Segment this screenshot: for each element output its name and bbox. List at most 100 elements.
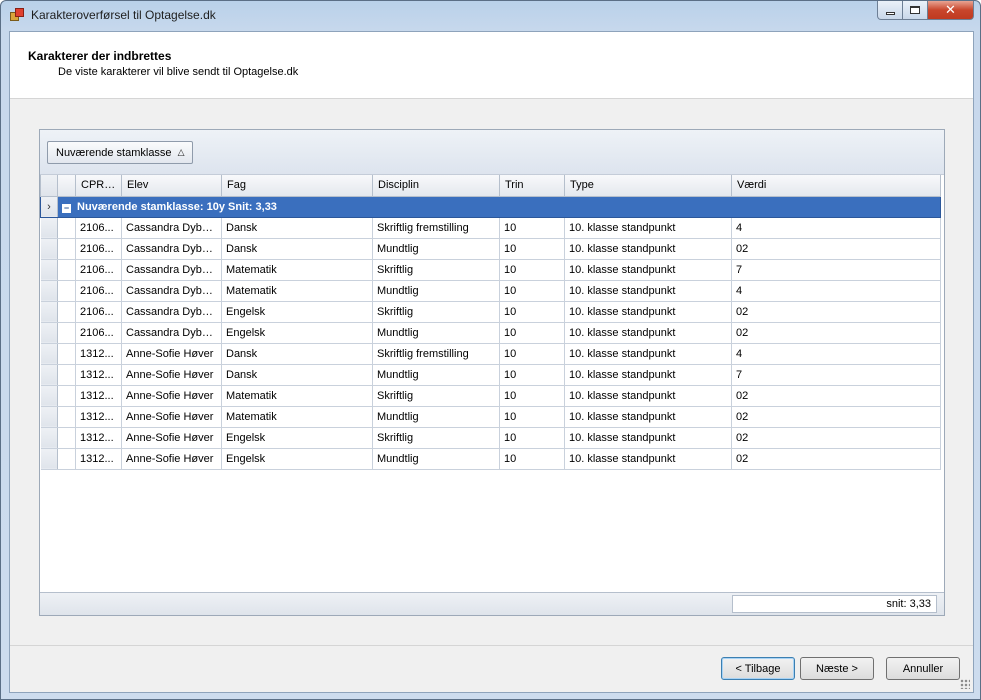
cell-fag[interactable]: Engelsk [221, 301, 373, 323]
cell-elev[interactable]: Cassandra Dybd... [121, 238, 222, 260]
cell-fag[interactable]: Matematik [221, 259, 373, 281]
cell-disciplin[interactable]: Mundtlig [372, 238, 500, 260]
cell-fag[interactable]: Dansk [221, 343, 373, 365]
cell-elev[interactable]: Cassandra Dybd... [121, 301, 222, 323]
cell-cpr[interactable]: 2106... [75, 322, 122, 344]
cell-vaerdi[interactable]: 02 [731, 385, 941, 407]
table-row[interactable]: 2106... Cassandra Dybd... Dansk Skriftlig f… [40, 217, 941, 239]
row-indicator[interactable] [40, 385, 58, 407]
cell-vaerdi[interactable]: 02 [731, 427, 941, 449]
cell-fag[interactable]: Dansk [221, 217, 373, 239]
cell-vaerdi[interactable]: 7 [731, 364, 941, 386]
cell-disciplin[interactable]: Mundtlig [372, 280, 500, 302]
row-indicator[interactable] [40, 448, 58, 470]
cell-trin[interactable]: 10 [499, 238, 565, 260]
cell-trin[interactable]: 10 [499, 217, 565, 239]
cell-trin[interactable]: 10 [499, 259, 565, 281]
cell-vaerdi[interactable]: 7 [731, 259, 941, 281]
table-row[interactable]: 2106... Cassandra Dybd... Engelsk Mundtlig 1… [40, 322, 941, 344]
cell-trin[interactable]: 10 [499, 385, 565, 407]
cell-disciplin[interactable]: Skriftlig [372, 301, 500, 323]
cell-cpr[interactable]: 1312... [75, 406, 122, 428]
cell-elev[interactable]: Cassandra Dybd... [121, 217, 222, 239]
cell-vaerdi[interactable]: 4 [731, 217, 941, 239]
cell-vaerdi[interactable]: 02 [731, 301, 941, 323]
maximize-button[interactable] [903, 1, 928, 20]
cell-elev[interactable]: Anne-Sofie Høver [121, 427, 222, 449]
column-header-cpr[interactable]: CPR n... [75, 175, 122, 197]
cell-disciplin[interactable]: Skriftlig [372, 427, 500, 449]
cell-type[interactable]: 10. klasse standpunkt [564, 217, 732, 239]
row-indicator[interactable] [40, 343, 58, 365]
cell-type[interactable]: 10. klasse standpunkt [564, 259, 732, 281]
cell-disciplin[interactable]: Skriftlig fremstilling [372, 217, 500, 239]
table-row[interactable]: 1312... Anne-Sofie Høver Engelsk Skriftlig 1… [40, 427, 941, 449]
cell-vaerdi[interactable]: 02 [731, 238, 941, 260]
cell-fag[interactable]: Dansk [221, 364, 373, 386]
cell-trin[interactable]: 10 [499, 280, 565, 302]
cell-vaerdi[interactable]: 02 [731, 448, 941, 470]
group-row[interactable]: › − Nuværende stamklasse: 10y Snit: 3,33 [40, 195, 941, 218]
cell-fag[interactable]: Matematik [221, 280, 373, 302]
collapse-icon[interactable]: − [62, 203, 71, 213]
cell-fag[interactable]: Dansk [221, 238, 373, 260]
close-button[interactable]: ✕ [928, 1, 974, 20]
column-header-elev[interactable]: Elev [121, 175, 222, 197]
cell-fag[interactable]: Matematik [221, 406, 373, 428]
cell-cpr[interactable]: 1312... [75, 385, 122, 407]
cell-type[interactable]: 10. klasse standpunkt [564, 322, 732, 344]
cell-elev[interactable]: Anne-Sofie Høver [121, 448, 222, 470]
cell-type[interactable]: 10. klasse standpunkt [564, 280, 732, 302]
cell-trin[interactable]: 10 [499, 406, 565, 428]
cell-trin[interactable]: 10 [499, 427, 565, 449]
cell-disciplin[interactable]: Skriftlig [372, 259, 500, 281]
cell-vaerdi[interactable]: 02 [731, 322, 941, 344]
cell-disciplin[interactable]: Mundtlig [372, 364, 500, 386]
cell-disciplin[interactable]: Mundtlig [372, 322, 500, 344]
cell-type[interactable]: 10. klasse standpunkt [564, 406, 732, 428]
cell-type[interactable]: 10. klasse standpunkt [564, 427, 732, 449]
table-row[interactable]: 2106... Cassandra Dybd... Engelsk Skriftlig… [40, 301, 941, 323]
cell-type[interactable]: 10. klasse standpunkt [564, 364, 732, 386]
table-row[interactable]: 2106... Cassandra Dybd... Dansk Mundtlig 10 1… [40, 238, 941, 260]
table-row[interactable]: 1312... Anne-Sofie Høver Dansk Skriftlig fr… [40, 343, 941, 365]
grades-grid[interactable]: Nuværende stamklasse △ CPR n... Elev Fag… [39, 129, 945, 616]
cell-cpr[interactable]: 1312... [75, 427, 122, 449]
cell-disciplin[interactable]: Skriftlig fremstilling [372, 343, 500, 365]
cell-elev[interactable]: Cassandra Dybd... [121, 259, 222, 281]
cell-elev[interactable]: Cassandra Dybd... [121, 322, 222, 344]
row-indicator[interactable] [40, 427, 58, 449]
table-row[interactable]: 1312... Anne-Sofie Høver Dansk Mundtlig 10 10… [40, 364, 941, 386]
cell-trin[interactable]: 10 [499, 301, 565, 323]
cell-elev[interactable]: Cassandra Dybd... [121, 280, 222, 302]
column-header-fag[interactable]: Fag [221, 175, 373, 197]
cell-elev[interactable]: Anne-Sofie Høver [121, 364, 222, 386]
table-row[interactable]: 2106... Cassandra Dybd... Matematik Skriftl… [40, 259, 941, 281]
row-indicator[interactable] [40, 217, 58, 239]
title-bar[interactable]: Karakteroverførsel til Optagelse.dk ✕ [1, 1, 980, 31]
cell-cpr[interactable]: 1312... [75, 448, 122, 470]
table-row[interactable]: 1312... Anne-Sofie Høver Matematik Mundtlig… [40, 406, 941, 428]
cell-elev[interactable]: Anne-Sofie Høver [121, 406, 222, 428]
cell-fag[interactable]: Engelsk [221, 322, 373, 344]
column-header-trin[interactable]: Trin [499, 175, 565, 197]
cell-trin[interactable]: 10 [499, 322, 565, 344]
cell-vaerdi[interactable]: 4 [731, 280, 941, 302]
cell-disciplin[interactable]: Skriftlig [372, 385, 500, 407]
cell-cpr[interactable]: 2106... [75, 217, 122, 239]
group-by-chip[interactable]: Nuværende stamklasse △ [47, 141, 194, 164]
cell-fag[interactable]: Engelsk [221, 427, 373, 449]
cell-cpr[interactable]: 1312... [75, 343, 122, 365]
table-row[interactable]: 1312... Anne-Sofie Høver Matematik Skriftli… [40, 385, 941, 407]
back-button[interactable]: < Tilbage [721, 657, 795, 680]
cell-type[interactable]: 10. klasse standpunkt [564, 238, 732, 260]
cell-trin[interactable]: 10 [499, 364, 565, 386]
row-indicator[interactable] [40, 259, 58, 281]
cell-type[interactable]: 10. klasse standpunkt [564, 448, 732, 470]
row-indicator[interactable] [40, 280, 58, 302]
cell-type[interactable]: 10. klasse standpunkt [564, 385, 732, 407]
column-header-disciplin[interactable]: Disciplin [372, 175, 500, 197]
row-indicator[interactable] [40, 322, 58, 344]
cell-disciplin[interactable]: Mundtlig [372, 448, 500, 470]
cancel-button[interactable]: Annuller [886, 657, 960, 680]
